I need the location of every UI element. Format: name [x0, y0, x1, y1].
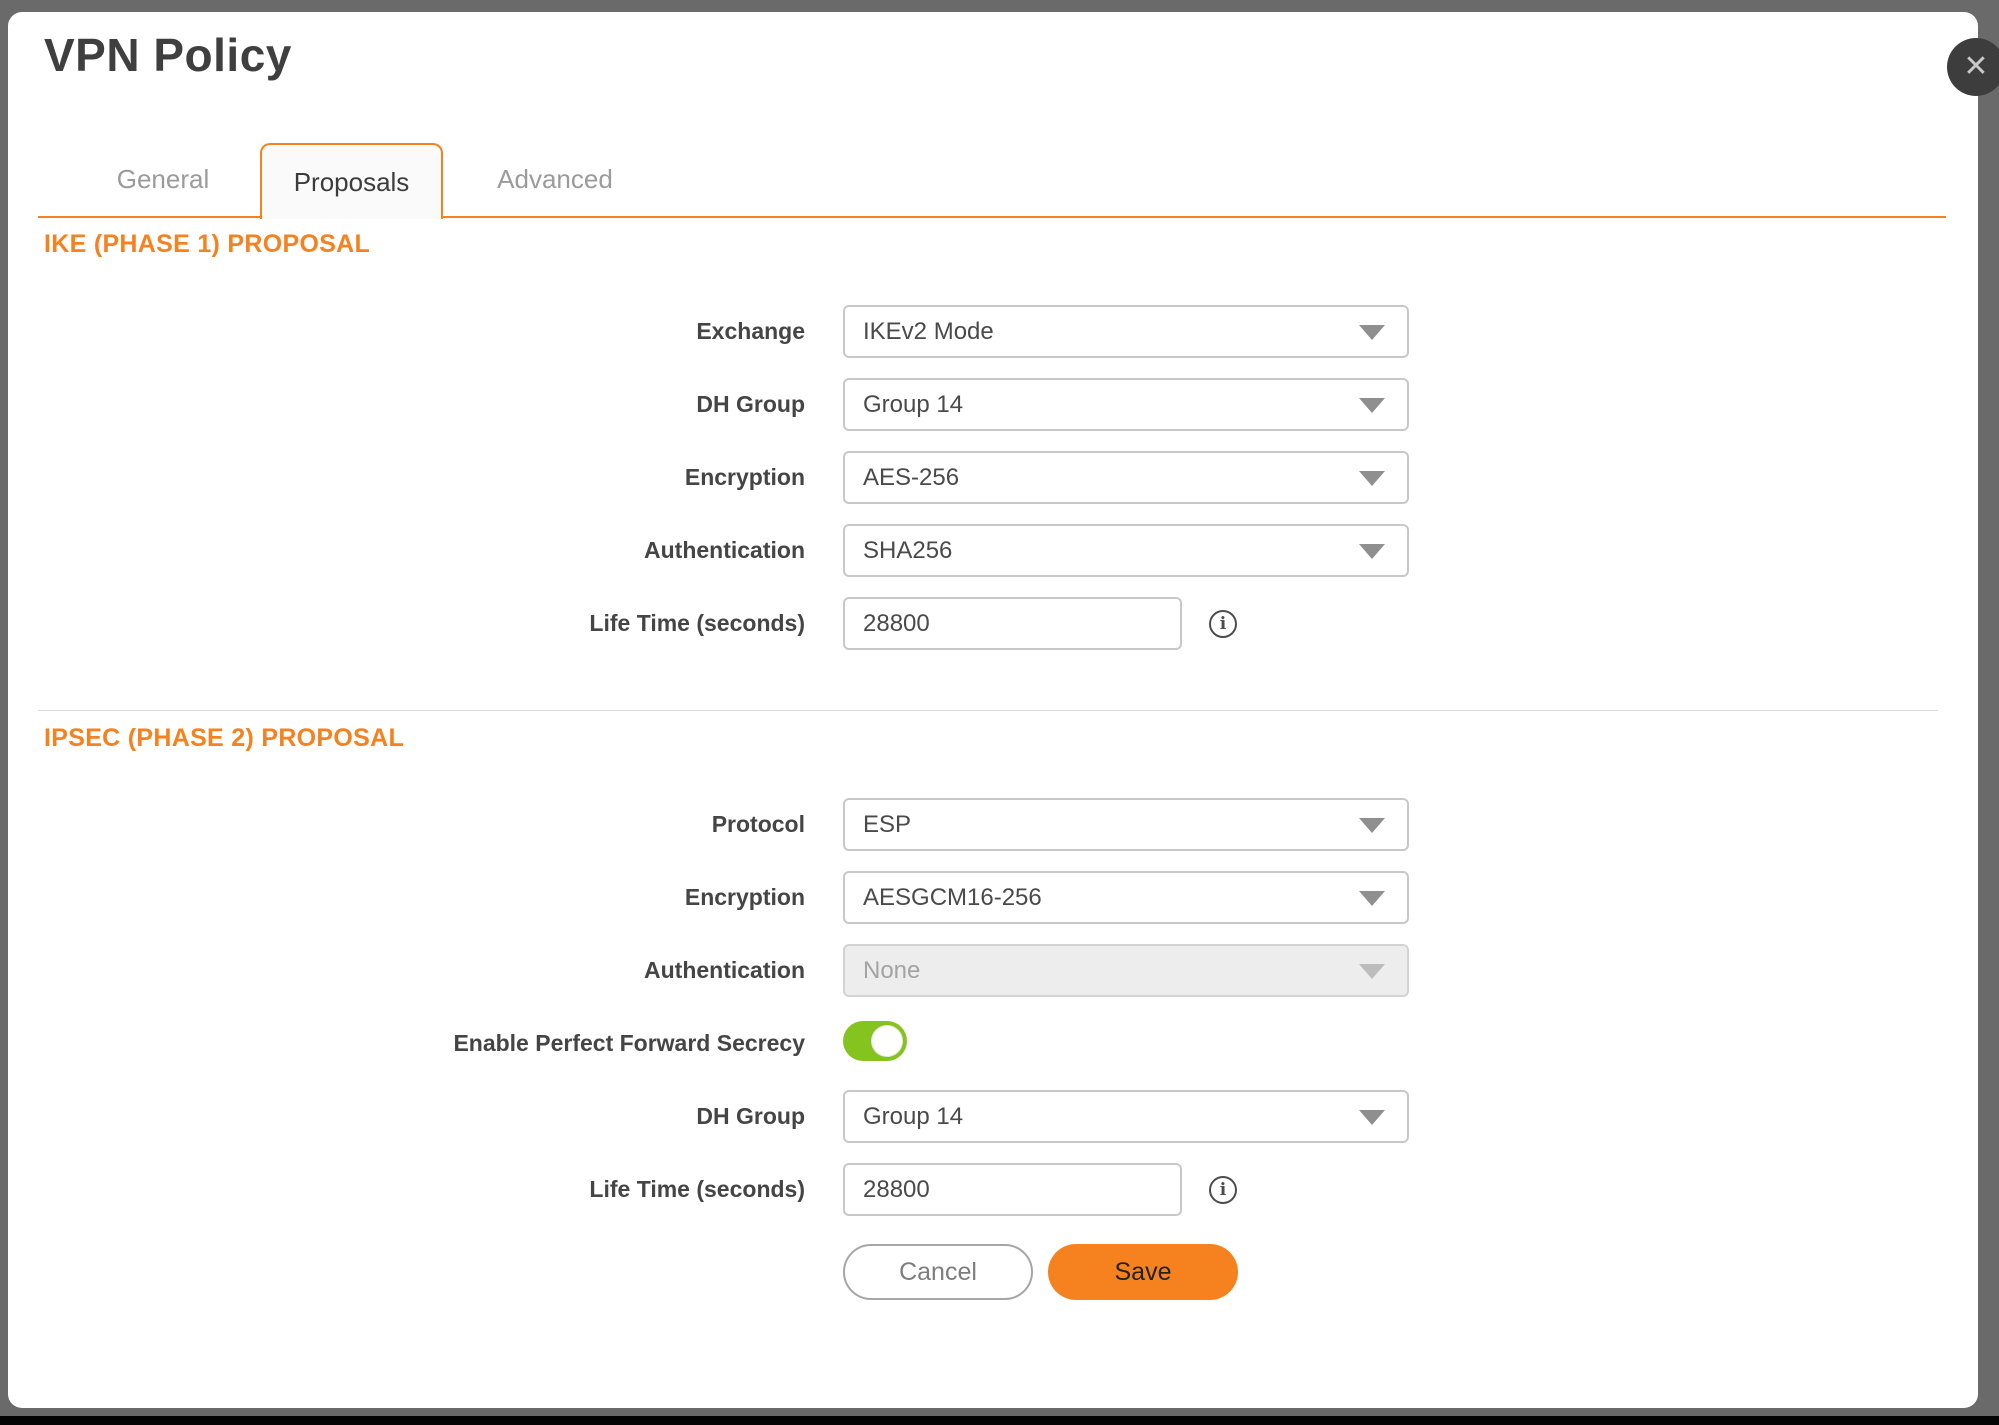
protocol-select-value: ESP: [863, 811, 911, 839]
ike-authentication-label: Authentication: [44, 524, 805, 577]
ipsec-authentication-row: Authentication None: [44, 944, 1942, 997]
tab-general[interactable]: General: [68, 143, 258, 216]
info-icon[interactable]: i: [1209, 1176, 1237, 1204]
ipsec-lifetime-row: Life Time (seconds) i: [44, 1163, 1942, 1216]
pfs-toggle[interactable]: [843, 1021, 907, 1061]
tab-advanced[interactable]: Advanced: [460, 143, 650, 216]
chevron-down-icon: [1359, 818, 1385, 833]
ike-phase1-heading: IKE (PHASE 1) PROPOSAL: [44, 230, 370, 259]
ipsec-lifetime-input[interactable]: [843, 1163, 1182, 1216]
ipsec-encryption-select[interactable]: AESGCM16-256: [843, 871, 1409, 924]
exchange-row: Exchange IKEv2 Mode: [44, 305, 1942, 358]
chevron-down-icon: [1359, 398, 1385, 413]
exchange-label: Exchange: [44, 305, 805, 358]
ipsec-authentication-select-value: None: [863, 957, 920, 985]
chevron-down-icon: [1359, 471, 1385, 486]
exchange-select[interactable]: IKEv2 Mode: [843, 305, 1409, 358]
ipsec-encryption-label: Encryption: [44, 871, 805, 924]
toggle-knob: [871, 1025, 903, 1057]
ike-dh-group-row: DH Group Group 14: [44, 378, 1942, 431]
ipsec-dh-group-row: DH Group Group 14: [44, 1090, 1942, 1143]
ike-encryption-select[interactable]: AES-256: [843, 451, 1409, 504]
cancel-button[interactable]: Cancel: [843, 1244, 1033, 1300]
ike-dh-group-select[interactable]: Group 14: [843, 378, 1409, 431]
chevron-down-icon: [1359, 891, 1385, 906]
dialog-title: VPN Policy: [44, 28, 292, 82]
pfs-row: Enable Perfect Forward Secrecy: [44, 1017, 1942, 1070]
ike-lifetime-input[interactable]: [843, 597, 1182, 650]
ipsec-authentication-select: None: [843, 944, 1409, 997]
ike-authentication-select[interactable]: SHA256: [843, 524, 1409, 577]
ike-encryption-row: Encryption AES-256: [44, 451, 1942, 504]
ipsec-dh-group-label: DH Group: [44, 1090, 805, 1143]
ipsec-encryption-select-value: AESGCM16-256: [863, 884, 1042, 912]
close-button[interactable]: ✕: [1947, 38, 1999, 96]
chevron-down-icon: [1359, 964, 1385, 979]
vpn-policy-dialog: VPN Policy General Proposals Advanced IK…: [8, 12, 1978, 1408]
info-icon[interactable]: i: [1209, 610, 1237, 638]
section-divider: [38, 710, 1938, 711]
ipsec-lifetime-label: Life Time (seconds): [44, 1163, 805, 1216]
protocol-row: Protocol ESP: [44, 798, 1942, 851]
ike-authentication-row: Authentication SHA256: [44, 524, 1942, 577]
pfs-label: Enable Perfect Forward Secrecy: [44, 1017, 805, 1070]
chevron-down-icon: [1359, 325, 1385, 340]
close-icon: ✕: [1963, 38, 1988, 96]
ike-lifetime-label: Life Time (seconds): [44, 597, 805, 650]
ipsec-dh-group-select-value: Group 14: [863, 1103, 963, 1131]
protocol-select[interactable]: ESP: [843, 798, 1409, 851]
ipsec-phase2-heading: IPSEC (PHASE 2) PROPOSAL: [44, 724, 404, 753]
ipsec-authentication-label: Authentication: [44, 944, 805, 997]
ike-lifetime-row: Life Time (seconds) i: [44, 597, 1942, 650]
screen-backdrop: VPN Policy General Proposals Advanced IK…: [0, 0, 1999, 1425]
bottom-screen-edge: [0, 1416, 1999, 1425]
chevron-down-icon: [1359, 544, 1385, 559]
ike-dh-group-select-value: Group 14: [863, 391, 963, 419]
tab-proposals[interactable]: Proposals: [260, 143, 443, 219]
ipsec-dh-group-select[interactable]: Group 14: [843, 1090, 1409, 1143]
ike-dh-group-label: DH Group: [44, 378, 805, 431]
ipsec-encryption-row: Encryption AESGCM16-256: [44, 871, 1942, 924]
ike-authentication-select-value: SHA256: [863, 537, 952, 565]
ike-encryption-select-value: AES-256: [863, 464, 959, 492]
protocol-label: Protocol: [44, 798, 805, 851]
ike-encryption-label: Encryption: [44, 451, 805, 504]
save-button[interactable]: Save: [1048, 1244, 1238, 1300]
chevron-down-icon: [1359, 1110, 1385, 1125]
exchange-select-value: IKEv2 Mode: [863, 318, 994, 346]
